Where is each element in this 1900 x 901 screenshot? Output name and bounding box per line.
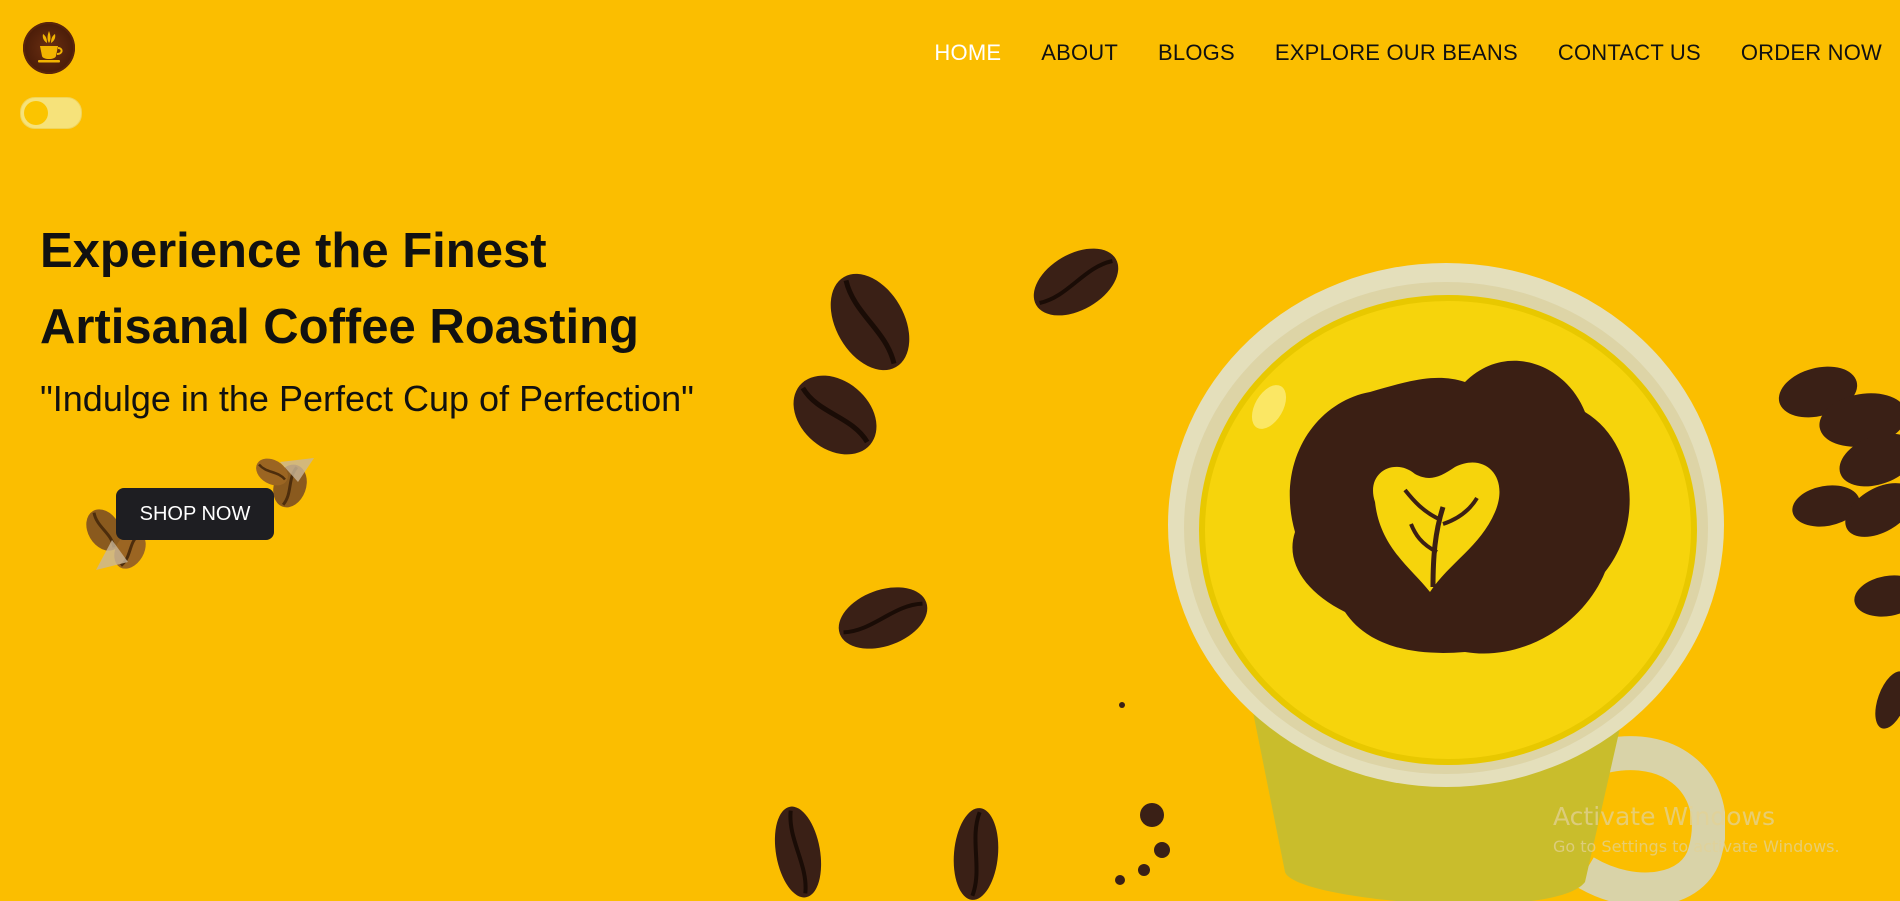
main-nav: HOME ABOUT BLOGS EXPLORE OUR BEANS CONTA…: [934, 40, 1882, 66]
nav-explore-beans[interactable]: EXPLORE OUR BEANS: [1275, 40, 1518, 66]
watermark-subtitle: Go to Settings to activate Windows.: [1553, 837, 1840, 856]
brand-logo[interactable]: [23, 22, 75, 74]
nav-order-now[interactable]: ORDER NOW: [1741, 40, 1882, 66]
nav-contact-us[interactable]: CONTACT US: [1558, 40, 1701, 66]
edge-beans-icon: [1778, 366, 1900, 729]
watermark-title: Activate Windows: [1553, 802, 1775, 831]
dark-mode-toggle[interactable]: [20, 97, 82, 129]
toggle-knob: [24, 101, 48, 125]
nav-home[interactable]: HOME: [934, 40, 1001, 66]
hero-title-line-1: Experience the Finest: [40, 224, 547, 278]
shop-now-button[interactable]: SHOP NOW: [116, 488, 274, 540]
hero-title: Experience the Finest Artisanal Coffee R…: [40, 213, 800, 365]
page: HOME ABOUT BLOGS EXPLORE OUR BEANS CONTA…: [0, 0, 1900, 901]
hero-subtitle: "Indulge in the Perfect Cup of Perfectio…: [40, 378, 694, 419]
coffee-cup-logo-icon: [38, 31, 63, 63]
shop-now-group: SHOP NOW: [78, 458, 328, 583]
activation-watermark: Activate Windows Go to Settings to activ…: [1553, 802, 1840, 856]
nav-about[interactable]: ABOUT: [1041, 40, 1118, 66]
nav-blogs[interactable]: BLOGS: [1158, 40, 1235, 66]
hero-title-line-2: Artisanal Coffee Roasting: [40, 300, 639, 354]
coffee-beans-icon: [774, 248, 1170, 900]
